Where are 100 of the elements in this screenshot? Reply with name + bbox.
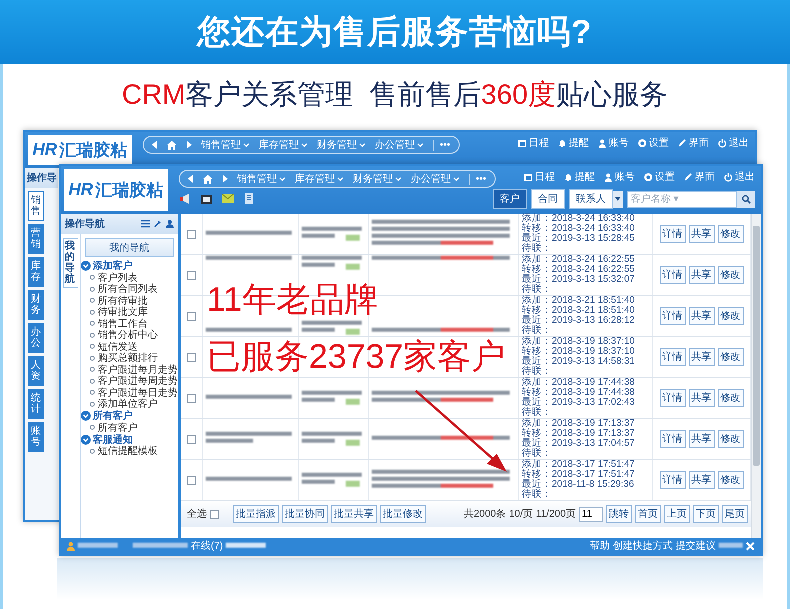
row-action-button[interactable]: 详情: [660, 430, 686, 448]
row-action-button[interactable]: 共享: [688, 266, 714, 284]
list-icon[interactable]: [141, 220, 150, 228]
scope-dropdown[interactable]: [613, 190, 623, 208]
bulk-action-button[interactable]: 批量协同: [282, 505, 328, 523]
row-checkbox[interactable]: [187, 394, 196, 402]
bulk-action-button[interactable]: 批量共享: [331, 505, 377, 523]
home-icon[interactable]: [167, 140, 177, 150]
top-link[interactable]: 界面: [678, 136, 709, 150]
row-checkbox[interactable]: [187, 230, 196, 238]
search-scope-tab[interactable]: 客户: [493, 189, 527, 209]
user-icon[interactable]: [166, 220, 174, 228]
tree-item[interactable]: 所有待审批: [81, 295, 178, 306]
tree-item[interactable]: 所有客户: [81, 422, 178, 434]
select-all-checkbox[interactable]: [210, 510, 219, 518]
back-arrow-icon[interactable]: [152, 141, 158, 149]
search-scope-tab[interactable]: 合同: [531, 189, 565, 209]
tree-item[interactable]: 所有合同列表: [81, 284, 178, 295]
row-action-button[interactable]: 共享: [688, 348, 714, 366]
bulk-action-button[interactable]: 批量指派: [233, 505, 279, 523]
module-tab[interactable]: 人资: [28, 356, 44, 386]
row-action-button[interactable]: 详情: [660, 266, 686, 284]
module-tab[interactable]: 库存: [28, 257, 44, 287]
page-input[interactable]: 11: [579, 506, 603, 522]
top-link[interactable]: 账号: [598, 136, 629, 150]
row-action-button[interactable]: 修改: [718, 225, 744, 243]
close-icon[interactable]: [746, 542, 755, 550]
scrollbar[interactable]: [751, 214, 761, 538]
row-action-button[interactable]: 修改: [718, 266, 744, 284]
tree-item[interactable]: 客户跟进每日走势: [81, 387, 178, 398]
tree-item[interactable]: 销售工作台: [81, 318, 178, 330]
row-action-button[interactable]: 共享: [688, 430, 714, 448]
row-action-button[interactable]: 详情: [660, 348, 686, 366]
home-icon[interactable]: [203, 174, 213, 184]
tree-item[interactable]: 客户跟进每月走势: [81, 364, 178, 376]
row-action-button[interactable]: 详情: [660, 307, 686, 325]
megaphone-icon[interactable]: [179, 194, 191, 204]
row-action-button[interactable]: 共享: [688, 225, 714, 243]
row-action-button[interactable]: 共享: [688, 389, 714, 407]
forward-arrow-icon[interactable]: [222, 175, 228, 183]
module-tab[interactable]: 销售: [28, 191, 44, 221]
top-link[interactable]: 界面: [684, 170, 715, 184]
tree-item[interactable]: 销售分析中心: [81, 330, 178, 341]
top-link[interactable]: 设置: [638, 136, 669, 150]
tree-item[interactable]: 添加单位客户: [81, 398, 178, 410]
expand-icon[interactable]: [81, 411, 91, 421]
document-icon[interactable]: [244, 193, 254, 204]
module-tab[interactable]: 账号: [28, 422, 44, 452]
tree-group[interactable]: 添加客户: [81, 260, 178, 272]
pager-button[interactable]: 尾页: [722, 505, 748, 523]
top-link[interactable]: 设置: [644, 170, 675, 184]
bulk-action-button[interactable]: 批量修改: [380, 505, 426, 523]
search-button[interactable]: [737, 190, 755, 208]
tree-item[interactable]: 短信提醒模板: [81, 446, 178, 457]
top-link[interactable]: 提醒: [558, 136, 589, 150]
row-action-button[interactable]: 详情: [660, 389, 686, 407]
envelope-icon[interactable]: [222, 194, 234, 203]
status-link[interactable]: 帮助: [590, 539, 610, 553]
pager-button[interactable]: 下页: [693, 505, 719, 523]
status-link[interactable]: 创建快捷方式: [613, 539, 673, 553]
row-checkbox[interactable]: [187, 270, 196, 280]
forward-arrow-icon[interactable]: [186, 141, 192, 149]
module-tab[interactable]: 营销: [28, 224, 44, 254]
my-nav-button[interactable]: 我的导航: [85, 238, 174, 257]
tree-group[interactable]: 客服通知: [81, 434, 178, 446]
back-arrow-icon[interactable]: [188, 175, 194, 183]
top-link[interactable]: 退出: [724, 170, 755, 184]
module-tab[interactable]: 办公: [28, 323, 44, 353]
wrench-icon[interactable]: [154, 220, 162, 228]
row-checkbox[interactable]: [187, 434, 196, 444]
tree-item[interactable]: 待审批文库: [81, 306, 178, 318]
search-scope-tab[interactable]: 联系人: [569, 189, 613, 209]
tree-group[interactable]: 所有客户: [81, 410, 178, 422]
tree-item[interactable]: 短信发送: [81, 341, 178, 352]
top-link[interactable]: 提醒: [564, 170, 595, 184]
pager-button[interactable]: 上页: [664, 505, 690, 523]
top-link[interactable]: 日程: [518, 136, 549, 150]
tree-item[interactable]: 客户跟进每周走势: [81, 376, 178, 387]
row-action-button[interactable]: 修改: [718, 471, 744, 489]
row-action-button[interactable]: 共享: [688, 307, 714, 325]
row-action-button[interactable]: 修改: [718, 389, 744, 407]
sidebar-tab[interactable]: 我的导航: [63, 238, 78, 288]
row-checkbox[interactable]: [187, 476, 196, 484]
row-action-button[interactable]: 修改: [718, 307, 744, 325]
top-link[interactable]: 日程: [524, 170, 555, 184]
pager-button[interactable]: 跳转: [606, 505, 632, 523]
row-action-button[interactable]: 共享: [688, 471, 714, 489]
top-link[interactable]: 退出: [718, 136, 749, 150]
row-checkbox[interactable]: [187, 352, 196, 362]
pager-button[interactable]: 首页: [635, 505, 661, 523]
top-link[interactable]: 账号: [604, 170, 635, 184]
expand-icon[interactable]: [81, 434, 91, 444]
row-action-button[interactable]: 详情: [660, 471, 686, 489]
row-action-button[interactable]: 修改: [718, 348, 744, 366]
module-tab[interactable]: 财务: [28, 290, 44, 320]
online-count[interactable]: 在线(7): [191, 539, 224, 553]
tree-item[interactable]: 客户列表: [81, 272, 178, 284]
tree-item[interactable]: 购买总额排行: [81, 352, 178, 364]
module-tab[interactable]: 统计: [28, 389, 44, 419]
status-link[interactable]: 提交建议: [676, 539, 716, 553]
